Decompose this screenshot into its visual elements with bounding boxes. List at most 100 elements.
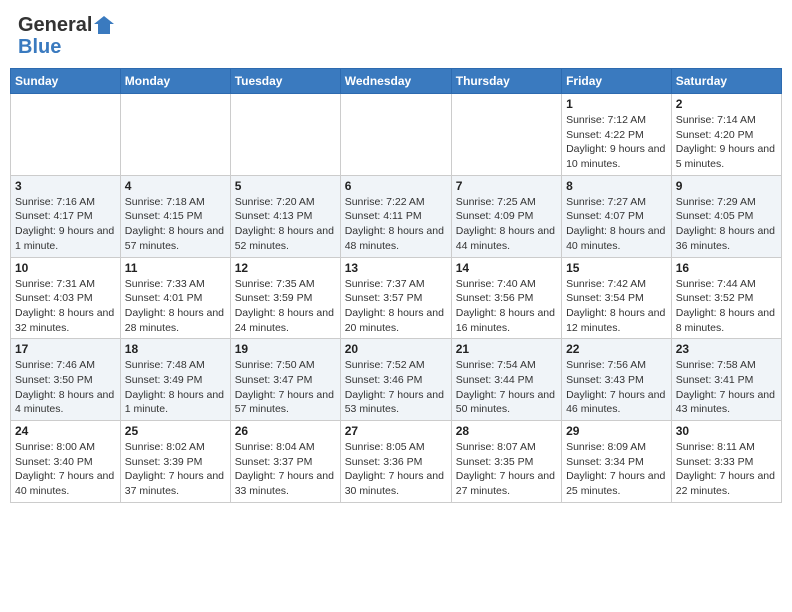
day-number: 19 (235, 342, 336, 356)
day-number: 1 (566, 97, 667, 111)
day-info: Sunrise: 7:31 AM Sunset: 4:03 PM Dayligh… (15, 277, 116, 336)
logo-arrow-icon (94, 14, 116, 36)
day-cell: 14 Sunrise: 7:40 AM Sunset: 3:56 PM Dayli… (451, 257, 561, 339)
day-info: Sunrise: 7:18 AM Sunset: 4:15 PM Dayligh… (125, 195, 226, 254)
week-row-4: 24Sunrise: 8:00 AM Sunset: 3:40 PM Dayli… (11, 421, 782, 503)
day-number: 14 (456, 261, 557, 275)
day-number: 17 (15, 342, 116, 356)
day-number: 13 (345, 261, 447, 275)
day-cell: 27 Sunrise: 8:05 AM Sunset: 3:36 PM Dayli… (340, 421, 451, 503)
day-cell: 16Sunrise: 7:44 AM Sunset: 3:52 PM Dayli… (671, 257, 781, 339)
page-header: General Blue (10, 10, 782, 62)
day-cell: 13 Sunrise: 7:37 AM Sunset: 3:57 PM Dayli… (340, 257, 451, 339)
day-cell: 22 Sunrise: 7:56 AM Sunset: 3:43 PM Dayli… (562, 339, 672, 421)
day-info: Sunrise: 7:12 AM Sunset: 4:22 PM Dayligh… (566, 113, 667, 172)
day-cell: 23 Sunrise: 7:58 AM Sunset: 3:41 PM Dayli… (671, 339, 781, 421)
day-number: 3 (15, 179, 116, 193)
day-cell: 24Sunrise: 8:00 AM Sunset: 3:40 PM Dayli… (11, 421, 121, 503)
day-cell: 9 Sunrise: 7:29 AM Sunset: 4:05 PM Daylig… (671, 175, 781, 257)
day-info: Sunrise: 7:22 AM Sunset: 4:11 PM Dayligh… (345, 195, 447, 254)
logo-blue: Blue (18, 36, 61, 58)
day-cell: 30 Sunrise: 8:11 AM Sunset: 3:33 PM Dayli… (671, 421, 781, 503)
day-cell: 29 Sunrise: 8:09 AM Sunset: 3:34 PM Dayli… (562, 421, 672, 503)
day-cell: 10 Sunrise: 7:31 AM Sunset: 4:03 PM Dayli… (11, 257, 121, 339)
day-info: Sunrise: 7:56 AM Sunset: 3:43 PM Dayligh… (566, 358, 667, 417)
logo-text: General Blue (18, 14, 116, 58)
day-info: Sunrise: 7:58 AM Sunset: 3:41 PM Dayligh… (676, 358, 777, 417)
day-cell (11, 94, 121, 176)
day-info: Sunrise: 7:46 AM Sunset: 3:50 PM Dayligh… (15, 358, 116, 417)
header-saturday: Saturday (671, 69, 781, 94)
day-number: 12 (235, 261, 336, 275)
day-cell: 12 Sunrise: 7:35 AM Sunset: 3:59 PM Dayli… (230, 257, 340, 339)
day-info: Sunrise: 8:05 AM Sunset: 3:36 PM Dayligh… (345, 440, 447, 499)
day-cell: 15Sunrise: 7:42 AM Sunset: 3:54 PM Dayli… (562, 257, 672, 339)
day-cell: 8 Sunrise: 7:27 AM Sunset: 4:07 PM Daylig… (562, 175, 672, 257)
day-number: 22 (566, 342, 667, 356)
day-number: 10 (15, 261, 116, 275)
week-row-0: 1 Sunrise: 7:12 AM Sunset: 4:22 PM Daylig… (11, 94, 782, 176)
calendar-table: SundayMondayTuesdayWednesdayThursdayFrid… (10, 68, 782, 503)
day-number: 7 (456, 179, 557, 193)
week-row-3: 17 Sunrise: 7:46 AM Sunset: 3:50 PM Dayli… (11, 339, 782, 421)
day-number: 9 (676, 179, 777, 193)
day-info: Sunrise: 8:11 AM Sunset: 3:33 PM Dayligh… (676, 440, 777, 499)
day-number: 5 (235, 179, 336, 193)
day-info: Sunrise: 7:27 AM Sunset: 4:07 PM Dayligh… (566, 195, 667, 254)
day-cell: 17 Sunrise: 7:46 AM Sunset: 3:50 PM Dayli… (11, 339, 121, 421)
day-number: 21 (456, 342, 557, 356)
day-cell: 20 Sunrise: 7:52 AM Sunset: 3:46 PM Dayli… (340, 339, 451, 421)
day-number: 2 (676, 97, 777, 111)
day-cell (120, 94, 230, 176)
day-info: Sunrise: 7:54 AM Sunset: 3:44 PM Dayligh… (456, 358, 557, 417)
day-cell: 26 Sunrise: 8:04 AM Sunset: 3:37 PM Dayli… (230, 421, 340, 503)
day-number: 29 (566, 424, 667, 438)
day-info: Sunrise: 7:37 AM Sunset: 3:57 PM Dayligh… (345, 277, 447, 336)
day-number: 23 (676, 342, 777, 356)
day-cell: 4 Sunrise: 7:18 AM Sunset: 4:15 PM Daylig… (120, 175, 230, 257)
day-info: Sunrise: 7:48 AM Sunset: 3:49 PM Dayligh… (125, 358, 226, 417)
day-number: 25 (125, 424, 226, 438)
day-info: Sunrise: 7:14 AM Sunset: 4:20 PM Dayligh… (676, 113, 777, 172)
day-number: 20 (345, 342, 447, 356)
day-info: Sunrise: 8:04 AM Sunset: 3:37 PM Dayligh… (235, 440, 336, 499)
header-thursday: Thursday (451, 69, 561, 94)
header-monday: Monday (120, 69, 230, 94)
day-cell: 6Sunrise: 7:22 AM Sunset: 4:11 PM Daylig… (340, 175, 451, 257)
day-number: 8 (566, 179, 667, 193)
day-info: Sunrise: 7:40 AM Sunset: 3:56 PM Dayligh… (456, 277, 557, 336)
week-row-2: 10 Sunrise: 7:31 AM Sunset: 4:03 PM Dayli… (11, 257, 782, 339)
day-cell (451, 94, 561, 176)
day-info: Sunrise: 8:02 AM Sunset: 3:39 PM Dayligh… (125, 440, 226, 499)
day-info: Sunrise: 7:25 AM Sunset: 4:09 PM Dayligh… (456, 195, 557, 254)
day-cell: 25 Sunrise: 8:02 AM Sunset: 3:39 PM Dayli… (120, 421, 230, 503)
header-tuesday: Tuesday (230, 69, 340, 94)
logo: General Blue (18, 14, 116, 58)
day-cell: 21 Sunrise: 7:54 AM Sunset: 3:44 PM Dayli… (451, 339, 561, 421)
day-number: 27 (345, 424, 447, 438)
day-number: 18 (125, 342, 226, 356)
day-info: Sunrise: 7:35 AM Sunset: 3:59 PM Dayligh… (235, 277, 336, 336)
logo-general: General (18, 14, 92, 36)
header-friday: Friday (562, 69, 672, 94)
day-cell: 18 Sunrise: 7:48 AM Sunset: 3:49 PM Dayli… (120, 339, 230, 421)
day-info: Sunrise: 7:52 AM Sunset: 3:46 PM Dayligh… (345, 358, 447, 417)
day-info: Sunrise: 8:07 AM Sunset: 3:35 PM Dayligh… (456, 440, 557, 499)
day-info: Sunrise: 7:20 AM Sunset: 4:13 PM Dayligh… (235, 195, 336, 254)
week-row-1: 3 Sunrise: 7:16 AM Sunset: 4:17 PM Daylig… (11, 175, 782, 257)
header-wednesday: Wednesday (340, 69, 451, 94)
day-info: Sunrise: 7:29 AM Sunset: 4:05 PM Dayligh… (676, 195, 777, 254)
day-cell: 2 Sunrise: 7:14 AM Sunset: 4:20 PM Daylig… (671, 94, 781, 176)
day-cell: 1 Sunrise: 7:12 AM Sunset: 4:22 PM Daylig… (562, 94, 672, 176)
day-number: 26 (235, 424, 336, 438)
day-info: Sunrise: 7:16 AM Sunset: 4:17 PM Dayligh… (15, 195, 116, 254)
day-number: 16 (676, 261, 777, 275)
header-sunday: Sunday (11, 69, 121, 94)
calendar-header-row: SundayMondayTuesdayWednesdayThursdayFrid… (11, 69, 782, 94)
day-info: Sunrise: 7:33 AM Sunset: 4:01 PM Dayligh… (125, 277, 226, 336)
day-number: 4 (125, 179, 226, 193)
day-number: 30 (676, 424, 777, 438)
day-cell (230, 94, 340, 176)
day-info: Sunrise: 8:09 AM Sunset: 3:34 PM Dayligh… (566, 440, 667, 499)
day-cell: 7 Sunrise: 7:25 AM Sunset: 4:09 PM Daylig… (451, 175, 561, 257)
